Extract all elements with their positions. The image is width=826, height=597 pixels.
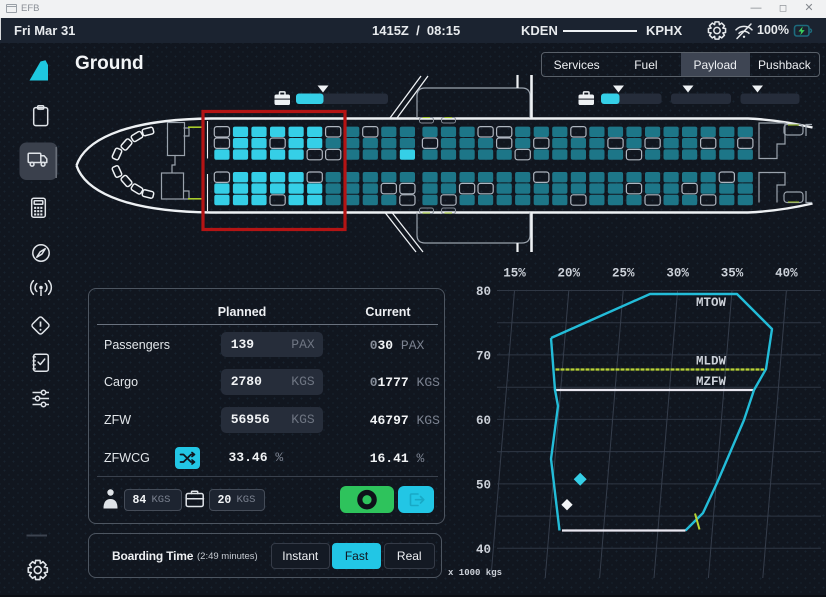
svg-text:60: 60 [476, 414, 491, 428]
svg-text:80: 80 [476, 285, 491, 299]
svg-text:40%: 40% [775, 267, 798, 281]
svg-text:40: 40 [476, 543, 491, 557]
svg-text:MTOW: MTOW [696, 296, 727, 310]
svg-text:MZFW: MZFW [696, 375, 727, 389]
svg-text:30%: 30% [666, 267, 689, 281]
svg-text:x 1000 kgs: x 1000 kgs [448, 568, 502, 578]
svg-text:25%: 25% [612, 267, 635, 281]
svg-text:MLDW: MLDW [696, 355, 727, 369]
svg-text:15%: 15% [503, 267, 526, 281]
svg-text:50: 50 [476, 478, 491, 492]
svg-text:35%: 35% [721, 267, 744, 281]
svg-text:20%: 20% [558, 267, 581, 281]
svg-text:70: 70 [476, 349, 491, 363]
